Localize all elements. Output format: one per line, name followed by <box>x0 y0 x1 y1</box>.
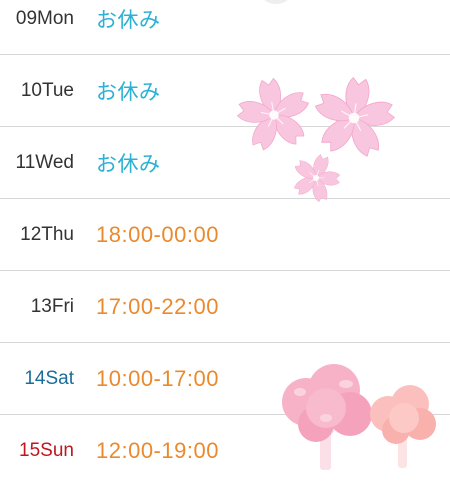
status-text: お休み <box>96 80 161 104</box>
day-label: 09Mon <box>15 8 74 29</box>
day-label: 10Tue <box>20 80 74 101</box>
status-text: お休み <box>96 8 161 32</box>
schedule-row: 13Fri 17:00-22:00 <box>0 271 450 343</box>
time-range: 17:00-22:00 <box>96 294 219 319</box>
schedule-list: 09Mon お休み 10Tue お休み 11Wed お休み 12Thu 18:0… <box>0 0 450 487</box>
day-label: 13Fri <box>30 296 74 317</box>
schedule-row: 10Tue お休み <box>0 55 450 127</box>
schedule-row: 09Mon お休み <box>0 0 450 55</box>
time-range: 18:00-00:00 <box>96 222 219 247</box>
time-range: 10:00-17:00 <box>96 366 219 391</box>
time-range: 12:00-19:00 <box>96 438 219 463</box>
day-label-saturday: 14Sat <box>24 368 74 389</box>
day-label-sunday: 15Sun <box>19 440 74 461</box>
status-text: お休み <box>96 152 161 176</box>
schedule-row: 15Sun 12:00-19:00 <box>0 415 450 487</box>
schedule-row: 12Thu 18:00-00:00 <box>0 199 450 271</box>
schedule-row: 14Sat 10:00-17:00 <box>0 343 450 415</box>
day-label: 11Wed <box>15 152 74 173</box>
schedule-row: 11Wed お休み <box>0 127 450 199</box>
day-label: 12Thu <box>20 224 74 245</box>
